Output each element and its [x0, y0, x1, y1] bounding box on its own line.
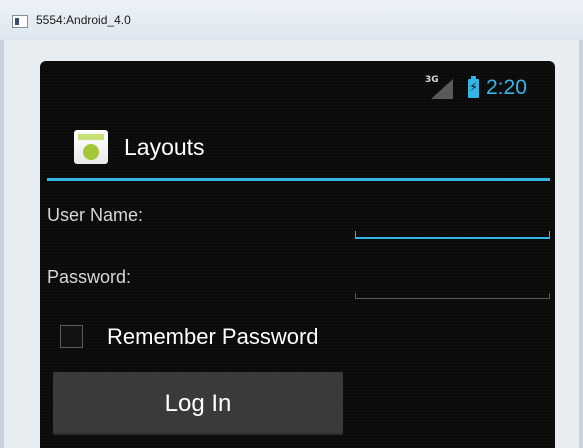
password-field-edge-right: [549, 293, 550, 299]
login-button[interactable]: Log In: [53, 372, 343, 435]
remember-password-row[interactable]: Remember Password: [60, 323, 380, 353]
password-label: Password:: [47, 267, 132, 287]
remember-password-label[interactable]: Remember Password: [107, 324, 319, 350]
password-field-edge-left: [355, 293, 356, 299]
window-title: 5554:Android_4.0: [36, 13, 131, 27]
window-app-icon: [12, 15, 28, 28]
action-bar: Layouts: [40, 105, 555, 179]
password-field[interactable]: [355, 274, 550, 299]
android-screen: 3G ⚡ 2:20 Layouts User Name: Password: R…: [40, 61, 555, 448]
action-bar-divider: [47, 178, 550, 181]
signal-strength-icon: [431, 79, 453, 99]
android-app-icon[interactable]: [74, 130, 108, 164]
action-bar-title: Layouts: [124, 134, 205, 160]
status-bar: 3G ⚡ 2:20: [40, 61, 555, 105]
signal-icon: 3G: [425, 75, 457, 99]
remember-password-checkbox[interactable]: [60, 325, 83, 348]
status-clock: 2:20: [486, 76, 527, 99]
username-label: User Name:: [47, 205, 144, 225]
username-field-edge-right: [549, 231, 550, 237]
username-field-edge-left: [355, 231, 356, 237]
window-titlebar: 5554:Android_4.0: [0, 0, 583, 41]
battery-charging-icon: ⚡: [468, 76, 479, 98]
username-field[interactable]: [355, 213, 550, 239]
